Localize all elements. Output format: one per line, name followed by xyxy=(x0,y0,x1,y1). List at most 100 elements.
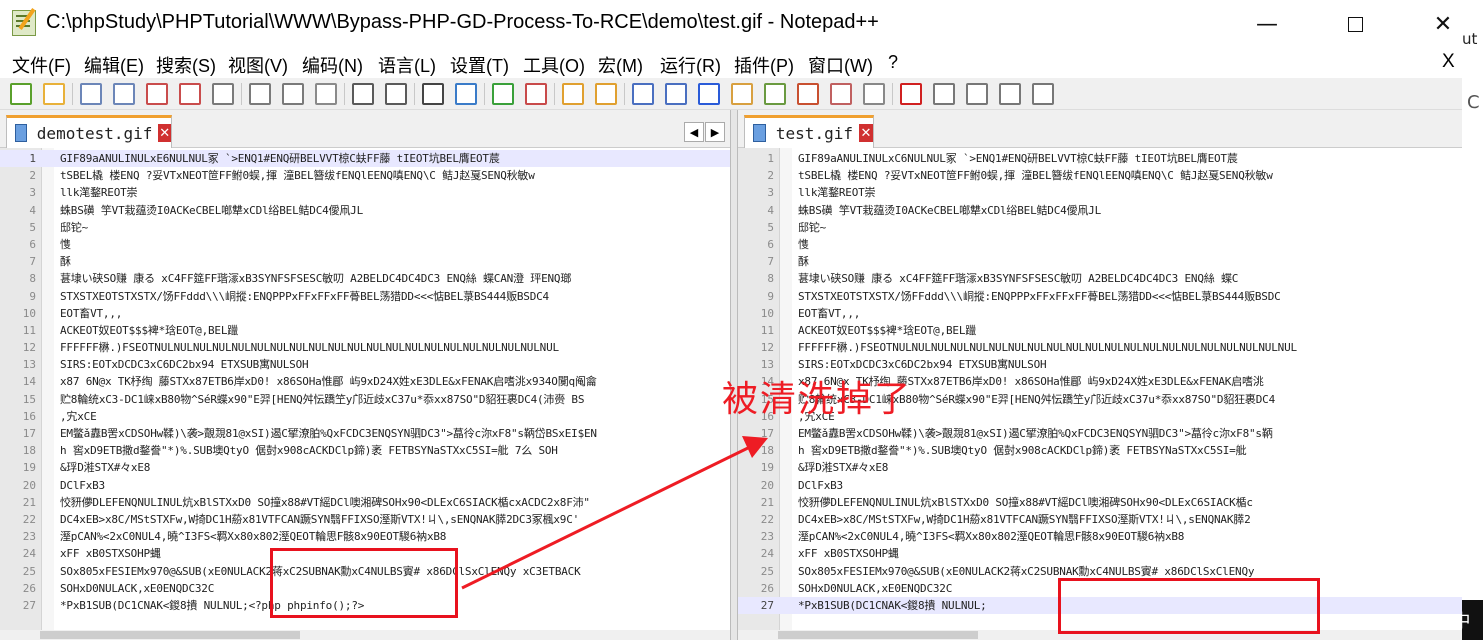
folder-workspace-icon[interactable] xyxy=(830,83,852,105)
code-line[interactable]: 4 蛛BS磺 竽VT栽蕴烫I0ACKeCBEL啷犨xCDl绤BEL鲒DC4僾凧JL xyxy=(738,202,1462,219)
open-icon[interactable] xyxy=(43,83,65,105)
redo-icon[interactable] xyxy=(385,83,407,105)
code-line[interactable]: 12 FFFFFF楙.)FSEOTNULNULNULNULNULNULNULNUL… xyxy=(0,339,730,356)
code-line[interactable]: 17 EM鳖ǎ纛B罟xCDSOHw鞣)\袭>覿覝81@xSI)遏C揅潦胉%QxFC… xyxy=(0,425,730,442)
code-line[interactable]: 17 EM鳖ǎ纛B罟xCDSOHw鞣)\袭>覿覝81@xSI)遏C揅潦胉%QxFC… xyxy=(738,425,1462,442)
menu-item[interactable]: 工具(O) xyxy=(523,52,585,78)
code-line[interactable]: 1 GIF89aANULINULxE6NULNUL冢 `>ENQ1#ENQ研BEL… xyxy=(0,150,730,168)
save-icon[interactable] xyxy=(80,83,102,105)
play-multiple-icon[interactable] xyxy=(999,83,1021,105)
menu-item[interactable]: 编码(N) xyxy=(302,52,363,78)
function-list-icon[interactable] xyxy=(797,83,819,105)
tab-close-icon[interactable]: ✕ xyxy=(858,124,873,142)
menu-item[interactable]: 运行(R) xyxy=(660,52,721,78)
zoom-in-icon[interactable] xyxy=(492,83,514,105)
code-line[interactable]: 18 h 窖xD9ETB撒d鍪誊"*)%.SUB墺QtyO 倨尌x908cACKD… xyxy=(0,442,730,459)
minimize-button[interactable]: — xyxy=(1235,0,1299,48)
tab-demotest-gif[interactable]: demotest.gif ✕ xyxy=(6,115,172,148)
code-line[interactable]: 20 DClFxB3 xyxy=(0,477,730,494)
menu-item[interactable]: 编辑(E) xyxy=(84,52,144,78)
sync-horizontal-icon[interactable] xyxy=(595,83,617,105)
code-line[interactable]: 9 STXSTXEOTSTXSTX/饧FFddd\\\峒摐:ENQPPPxFFxF… xyxy=(0,288,730,305)
code-line[interactable]: 14 x87 6N@x TK杼绹 藤STXx87ETB6岸xD0! x86SOHa… xyxy=(0,373,730,390)
code-line[interactable]: 13 SIRS:EOTxDCDC3xC6DC2bx94 ETXSUB寓NULSOH xyxy=(0,356,730,373)
sync-vertical-icon[interactable] xyxy=(562,83,584,105)
replace-icon[interactable] xyxy=(455,83,477,105)
code-line[interactable]: 5 邸铊~ xyxy=(738,219,1462,236)
code-line[interactable]: 21 恔豜儚DLEFENQNULINUL炕xBlSTXxD0 SO撞x88#VT䌊… xyxy=(0,494,730,511)
code-line[interactable]: 15 贮8輪统xC3-DC1崃xB80物^SéR蝶x90"E羿[HENQ舛忶蹻笁y… xyxy=(0,391,730,408)
cut-icon[interactable] xyxy=(249,83,271,105)
close-icon[interactable] xyxy=(146,83,168,105)
show-all-chars-icon[interactable] xyxy=(665,83,687,105)
code-line[interactable]: 20 DClFxB3 xyxy=(738,477,1462,494)
scrollbar-thumb[interactable] xyxy=(40,631,300,639)
menu-item[interactable]: 语言(L) xyxy=(378,52,436,78)
code-line[interactable]: 24 xFF xB0STXSOHP蝿 xyxy=(738,545,1462,562)
menu-item[interactable]: 文件(F) xyxy=(12,52,71,78)
code-line[interactable]: 23 溼pCAN%<2xC0NUL4,曉^I3FS<羁Xx80x802溼QEOT輪… xyxy=(0,528,730,545)
code-line[interactable]: 3 llk滗鍪REOT崇 xyxy=(738,184,1462,201)
udl-icon[interactable] xyxy=(731,83,753,105)
code-line[interactable]: 10 EOT畜VT,,, xyxy=(738,305,1462,322)
word-wrap-icon[interactable] xyxy=(632,83,654,105)
zoom-out-icon[interactable] xyxy=(525,83,547,105)
horizontal-scrollbar[interactable] xyxy=(0,630,730,640)
indent-guide-icon[interactable] xyxy=(698,83,720,105)
code-line[interactable]: 3 llk滗鍪REOT崇 xyxy=(0,184,730,201)
code-line[interactable]: 22 DC4xEB>x8C/MStSTXFw,W掎DC1H蒶x81VTFCAN蹶… xyxy=(0,511,730,528)
code-line[interactable]: 12 FFFFFF楙.)FSEOTNULNULNULNULNULNULNULNUL… xyxy=(738,339,1462,356)
monitoring-icon[interactable] xyxy=(863,83,885,105)
close-document-button[interactable]: X xyxy=(1442,51,1455,73)
code-line[interactable]: 1 GIF89aANULINULxC6NULNUL冢 `>ENQ1#ENQ研BEL… xyxy=(738,150,1462,167)
scrollbar-thumb[interactable] xyxy=(778,631,978,639)
code-line[interactable]: 23 溼pCAN%<2xC0NUL4,曉^I3FS<羁Xx80x802溼QEOT輪… xyxy=(738,528,1462,545)
code-line[interactable]: 21 恔豜儚DLEFENQNULINUL炕xBlSTXxD0 SO撞x88#VT䌊… xyxy=(738,494,1462,511)
record-macro-icon[interactable] xyxy=(900,83,922,105)
menu-item[interactable]: 宏(M) xyxy=(598,52,643,78)
save-all-icon[interactable] xyxy=(113,83,135,105)
code-line[interactable]: 11 ACKEOT奴EOT$$$裨*琀EOT@,BEL躐 xyxy=(0,322,730,339)
tab-close-icon[interactable]: ✕ xyxy=(158,124,171,142)
background-window-text: C xyxy=(1467,92,1480,113)
code-line[interactable]: 2 tSBEL橇 楼ENQ ?妥VTxNEOT笸FF鲋0蜈,揮 潼BEL簪绂fEN… xyxy=(738,167,1462,184)
doc-map-icon[interactable] xyxy=(764,83,786,105)
new-icon[interactable] xyxy=(10,83,32,105)
code-line[interactable]: 2 tSBEL橇 楼ENQ ?妥VTxNEOT笸FF鲋0蜈,揮 潼BEL簪绂fEN… xyxy=(0,167,730,184)
code-line[interactable]: 10 EOT畜VT,,, xyxy=(0,305,730,322)
menu-item[interactable]: ? xyxy=(888,52,898,73)
stop-record-icon[interactable] xyxy=(933,83,955,105)
tab-test-gif[interactable]: test.gif ✕ xyxy=(744,115,874,148)
menu-item[interactable]: 插件(P) xyxy=(734,52,794,78)
paste-icon[interactable] xyxy=(315,83,337,105)
code-line[interactable]: 22 DC4xEB>x8C/MStSTXFw,W掎DC1H蒶x81VTFCAN蹶… xyxy=(738,511,1462,528)
code-line[interactable]: 9 STXSTXEOTSTXSTX/饧FFddd\\\峒摐:ENQPPPxFFxF… xyxy=(738,288,1462,305)
code-line[interactable]: 6愯 xyxy=(738,236,1462,253)
tab-scroll-right-button[interactable]: ▶ xyxy=(705,122,725,142)
play-macro-icon[interactable] xyxy=(966,83,988,105)
save-macro-icon[interactable] xyxy=(1032,83,1054,105)
maximize-button[interactable] xyxy=(1323,0,1387,48)
find-icon[interactable] xyxy=(422,83,444,105)
code-line[interactable]: 16 ,宄xCE xyxy=(0,408,730,425)
close-all-icon[interactable] xyxy=(179,83,201,105)
tab-scroll-left-button[interactable]: ◀ xyxy=(684,122,704,142)
code-line[interactable]: 18 h 窖xD9ETB撒d鍪誊"*)%.SUB墺QtyO 倨尌x908cACKD… xyxy=(738,442,1462,459)
menu-item[interactable]: 设置(T) xyxy=(450,52,509,78)
print-icon[interactable] xyxy=(212,83,234,105)
menu-item[interactable]: 窗口(W) xyxy=(808,52,873,78)
code-line[interactable]: 11 ACKEOT奴EOT$$$裨*琀EOT@,BEL躐 xyxy=(738,322,1462,339)
code-line[interactable]: 5 邸铊~ xyxy=(0,219,730,236)
code-line[interactable]: 6愯 xyxy=(0,236,730,253)
code-line[interactable]: 4 蛛BS磺 竽VT栽蕴烫I0ACKeCBEL啷犨xCDl绤BEL鲒DC4僾凧JL xyxy=(0,202,730,219)
code-line[interactable]: 8 葚埭い硖SO赚 康る xC4FF筵FF瑎溕xB3SYNFSFSESC敏叨 A2… xyxy=(0,270,730,287)
undo-icon[interactable] xyxy=(352,83,374,105)
code-line[interactable]: 19 &琈D溎STX#々xE8 xyxy=(0,459,730,476)
menu-item[interactable]: 视图(V) xyxy=(228,52,288,78)
code-line[interactable]: 7酥 xyxy=(0,253,730,270)
copy-icon[interactable] xyxy=(282,83,304,105)
menu-item[interactable]: 搜索(S) xyxy=(156,52,216,78)
code-line[interactable]: 8 葚埭い硖SO赚 康る xC4FF筵FF瑎溕xB3SYNFSFSESC敏叨 A2… xyxy=(738,270,1462,287)
code-line[interactable]: 19 &琈D溎STX#々xE8 xyxy=(738,459,1462,476)
code-line[interactable]: 7酥 xyxy=(738,253,1462,270)
